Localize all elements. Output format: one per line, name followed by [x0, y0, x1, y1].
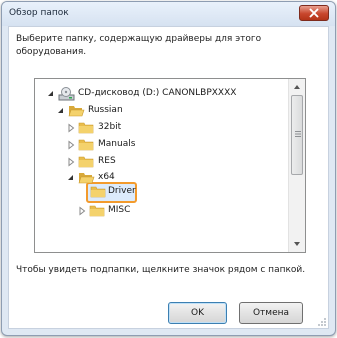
tree-item-label: Manuals	[98, 139, 136, 149]
grip-lines-icon	[295, 131, 301, 137]
scroll-down-arrow-icon[interactable]	[289, 236, 305, 252]
tree-item-label: Russian	[88, 105, 123, 115]
scrollbar-thumb[interactable]	[291, 95, 303, 175]
collapsed-arrow-icon[interactable]	[66, 157, 76, 167]
tree-item-russian[interactable]: Russian	[35, 103, 289, 120]
folder-open-icon	[78, 173, 95, 184]
title-bar[interactable]: Обзор папок	[2, 2, 335, 26]
vertical-scrollbar[interactable]	[288, 79, 305, 252]
tree-item-driver[interactable]: Driver	[35, 184, 289, 201]
tree-item-32bit[interactable]: 32bit	[35, 120, 289, 137]
tree-item-label: CD-дисковод (D:) CANONLBPXXXX	[78, 88, 237, 98]
expanded-arrow-icon[interactable]	[46, 89, 56, 99]
cancel-button[interactable]: Отмена	[239, 302, 303, 324]
folder-open-icon	[68, 106, 85, 117]
collapsed-arrow-icon[interactable]	[66, 123, 76, 133]
folder-tree[interactable]: CD-дисковод (D:) CANONLBPXXXX Russian 32…	[34, 78, 306, 253]
tree-item-label: 32bit	[98, 122, 122, 132]
collapsed-arrow-icon[interactable]	[66, 140, 76, 150]
description-text: Выберите папку, содержащую драйверы для …	[16, 34, 262, 57]
resize-grip-icon[interactable]	[317, 317, 327, 327]
dialog-body: Выберите папку, содержащую драйверы для …	[8, 26, 329, 329]
tree-item-res[interactable]: RES	[35, 154, 289, 171]
tree-item-label: MISC	[108, 205, 131, 215]
scroll-up-arrow-icon[interactable]	[289, 79, 305, 95]
browse-folders-dialog: Обзор папок Выберите папку, содержащую д…	[1, 1, 336, 336]
folder-icon	[89, 205, 105, 217]
folder-icon	[78, 156, 94, 168]
folder-icon	[90, 186, 106, 198]
close-icon	[309, 8, 319, 18]
ok-button[interactable]: OK	[168, 302, 227, 324]
close-button[interactable]	[299, 5, 329, 21]
tree-item-cd-drive[interactable]: CD-дисковод (D:) CANONLBPXXXX	[35, 86, 289, 103]
expanded-arrow-icon[interactable]	[66, 173, 76, 183]
hint-text: Чтобы увидеть подпапки, щелкните значок …	[16, 265, 306, 275]
tree-item-label: x64	[98, 172, 115, 182]
folder-icon	[78, 122, 94, 134]
tree-item-misc[interactable]: MISC	[35, 203, 289, 220]
collapsed-arrow-icon[interactable]	[77, 206, 87, 216]
tree-item-label: Driver	[108, 186, 136, 196]
window-title: Обзор папок	[9, 8, 69, 18]
expanded-arrow-icon[interactable]	[56, 106, 66, 116]
folder-icon	[78, 139, 94, 151]
tree-item-manuals[interactable]: Manuals	[35, 137, 289, 154]
tree-item-label: RES	[98, 156, 116, 166]
cd-drive-icon	[58, 87, 75, 101]
